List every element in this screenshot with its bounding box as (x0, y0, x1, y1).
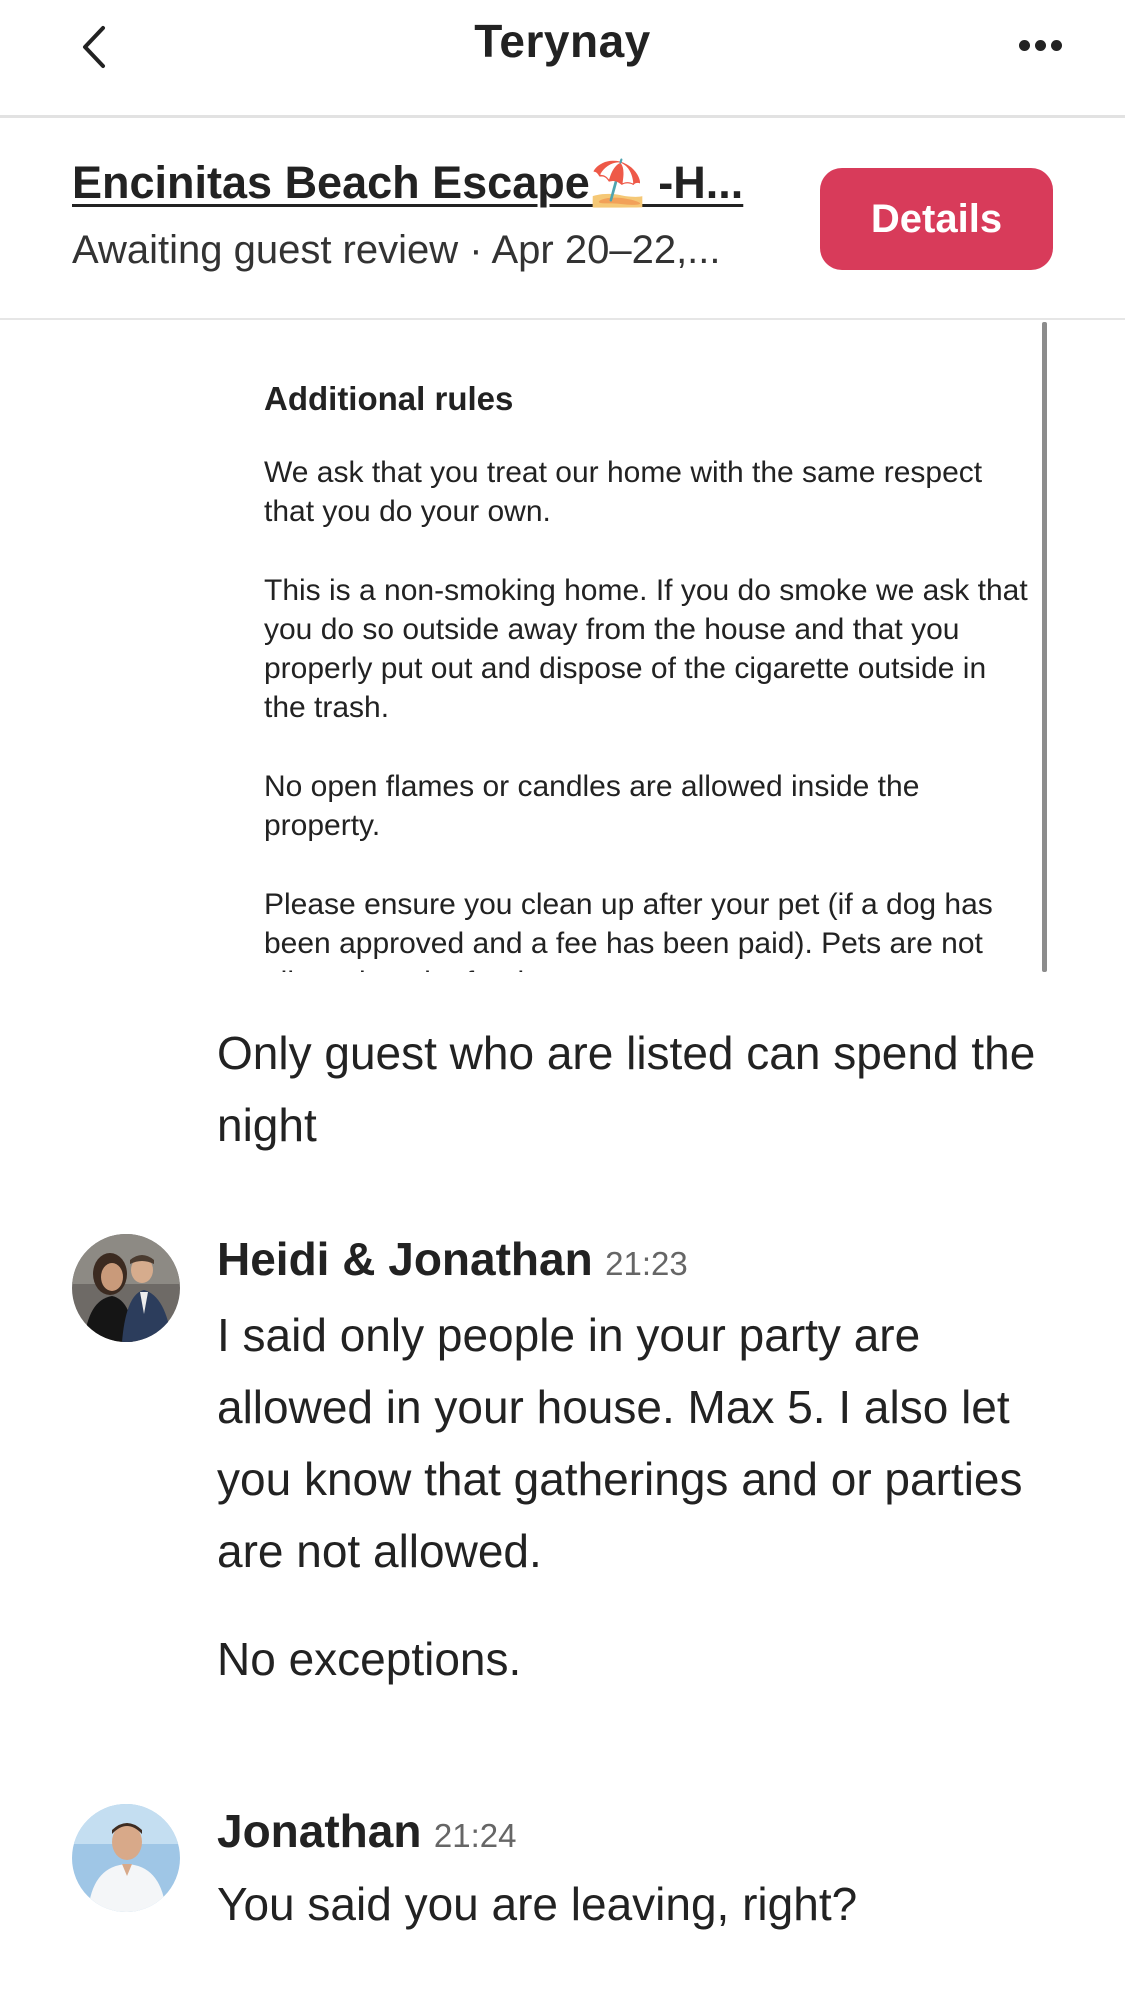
more-options-button[interactable] (1005, 22, 1075, 72)
avatar-heidi-jonathan[interactable] (72, 1234, 180, 1342)
listing-header: Encinitas Beach Escape⛱️ -H... Awaiting … (0, 118, 1125, 320)
details-button[interactable]: Details (820, 168, 1053, 270)
rules-paragraph: No open flames or candles are allowed in… (264, 770, 920, 842)
message-timestamp: 21:24 (433, 1817, 517, 1854)
sender-name[interactable]: Heidi & Jonathan (217, 1233, 593, 1285)
message-text: No exceptions. (217, 1633, 522, 1685)
message-text: I said only people in your party are all… (217, 1309, 1023, 1577)
sender-name[interactable]: Jonathan (217, 1805, 421, 1857)
message-timestamp: 21:23 (605, 1245, 688, 1282)
rules-paragraph: Please ensure you clean up after your pe… (264, 888, 993, 972)
rules-paragraph: This is a non-smoking home. If you do sm… (264, 574, 1028, 724)
avatar-jonathan[interactable] (72, 1804, 180, 1912)
message-header: Jonathan 21:24 (217, 1804, 517, 1858)
listing-title-link[interactable]: Encinitas Beach Escape⛱️ -H... (72, 156, 772, 209)
host-photo (72, 1234, 180, 1342)
conversation-title: Terynay (474, 15, 651, 67)
rules-paragraph: We ask that you treat our home with the … (264, 456, 983, 528)
top-nav-bar: Terynay (0, 0, 1125, 118)
message-text: Only guest who are listed can spend the … (217, 1027, 1036, 1151)
reservation-status: Awaiting guest review · Apr 20–22,... (72, 228, 721, 272)
rules-image-scrollbar[interactable] (1042, 322, 1047, 972)
more-horizontal-icon (1016, 38, 1064, 56)
host-photo (72, 1804, 180, 1912)
message-text: You said you are leaving, right? (217, 1878, 858, 1930)
message-header: Heidi & Jonathan 21:23 (217, 1232, 688, 1286)
rules-image[interactable]: Additional rules We ask that you treat o… (235, 320, 1045, 972)
rules-heading: Additional rules (264, 380, 514, 417)
